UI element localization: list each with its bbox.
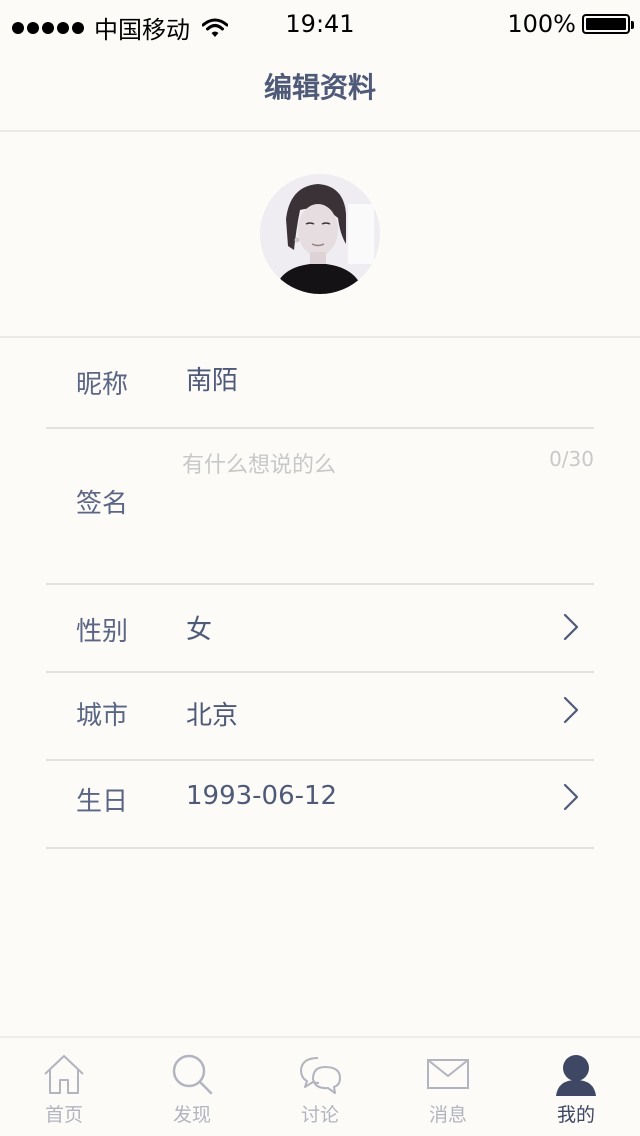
- signature-char-counter: 0/30: [549, 447, 594, 471]
- mail-icon: [426, 1052, 470, 1096]
- tab-discover-label: 发现: [172, 1104, 211, 1126]
- gender-label: 性别: [76, 617, 129, 647]
- chevron-right-icon: [562, 695, 580, 725]
- birthday-row[interactable]: 生日 1993-06-12: [46, 761, 594, 849]
- tab-mine[interactable]: 我的: [512, 1038, 640, 1136]
- city-value: 北京: [186, 701, 239, 731]
- battery-icon: [582, 14, 634, 34]
- avatar-section: [0, 134, 640, 338]
- avatar-photo: [260, 174, 380, 294]
- signature-input[interactable]: [182, 447, 522, 483]
- tab-discussion-label: 讨论: [300, 1104, 339, 1126]
- status-right: 100%: [507, 10, 634, 38]
- nickname-value[interactable]: 南陌: [186, 360, 238, 397]
- chevron-right-icon: [562, 612, 580, 642]
- user-icon: [554, 1052, 598, 1096]
- city-row[interactable]: 城市 北京: [46, 673, 594, 761]
- tab-discussion[interactable]: 讨论: [256, 1038, 384, 1136]
- tab-mine-label: 我的: [556, 1104, 595, 1126]
- tab-bar: 首页 发现 讨论 消息 我的: [0, 1036, 640, 1136]
- birthday-value: 1993-06-12: [186, 781, 338, 811]
- tab-discover[interactable]: 发现: [128, 1038, 256, 1136]
- signature-label: 签名: [76, 489, 129, 519]
- tab-messages[interactable]: 消息: [384, 1038, 512, 1136]
- city-label: 城市: [76, 701, 129, 731]
- tab-messages-label: 消息: [428, 1104, 467, 1126]
- home-icon: [42, 1052, 86, 1096]
- gender-value: 女: [186, 615, 213, 645]
- birthday-label: 生日: [76, 787, 129, 817]
- gender-row[interactable]: 性别 女: [46, 585, 594, 673]
- search-icon: [170, 1052, 214, 1096]
- battery-percent: 100%: [507, 10, 576, 38]
- chevron-right-icon: [562, 782, 580, 812]
- tab-home-label: 首页: [44, 1104, 83, 1126]
- signature-row: 签名 0/30: [46, 429, 594, 585]
- page-title: 编辑资料: [263, 71, 376, 104]
- nav-bar: 编辑资料: [0, 48, 640, 132]
- chat-icon: [298, 1052, 342, 1096]
- nickname-row[interactable]: 昵称 南陌: [46, 340, 594, 429]
- avatar[interactable]: [260, 174, 380, 294]
- nickname-label: 昵称: [76, 370, 129, 400]
- status-bar: 中国移动 19:41 100%: [0, 0, 640, 48]
- tab-home[interactable]: 首页: [0, 1038, 128, 1136]
